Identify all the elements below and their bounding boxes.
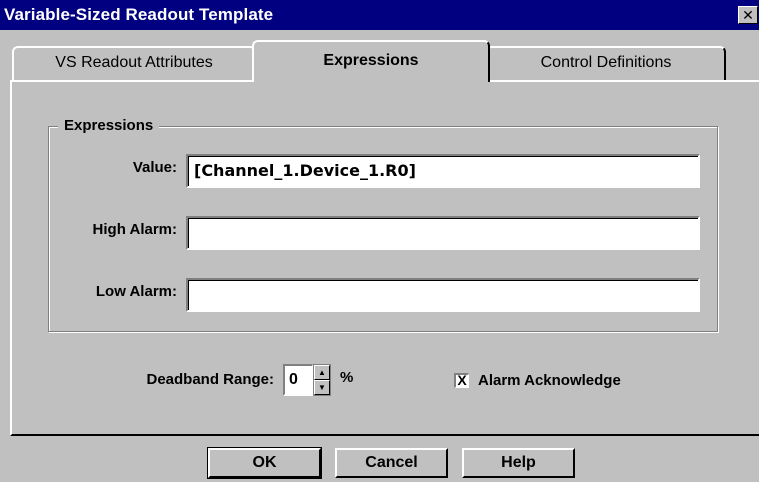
close-button[interactable]: ✕ — [738, 6, 758, 24]
tab-vs-readout-attributes[interactable]: VS Readout Attributes — [12, 46, 256, 80]
ok-button[interactable]: OK — [207, 447, 322, 479]
cancel-button[interactable]: Cancel — [335, 448, 448, 478]
help-button[interactable]: Help — [462, 448, 575, 478]
title-bar[interactable]: Variable-Sized Readout Template ✕ — [0, 0, 759, 30]
tab-control-definitions[interactable]: Control Definitions — [486, 46, 726, 80]
dialog-window: Variable-Sized Readout Template ✕ VS Rea… — [0, 0, 759, 482]
close-icon: ✕ — [742, 7, 754, 23]
tab-expressions[interactable]: Expressions — [252, 40, 490, 82]
window-title: Variable-Sized Readout Template — [4, 5, 274, 24]
tab-panel — [10, 80, 759, 436]
